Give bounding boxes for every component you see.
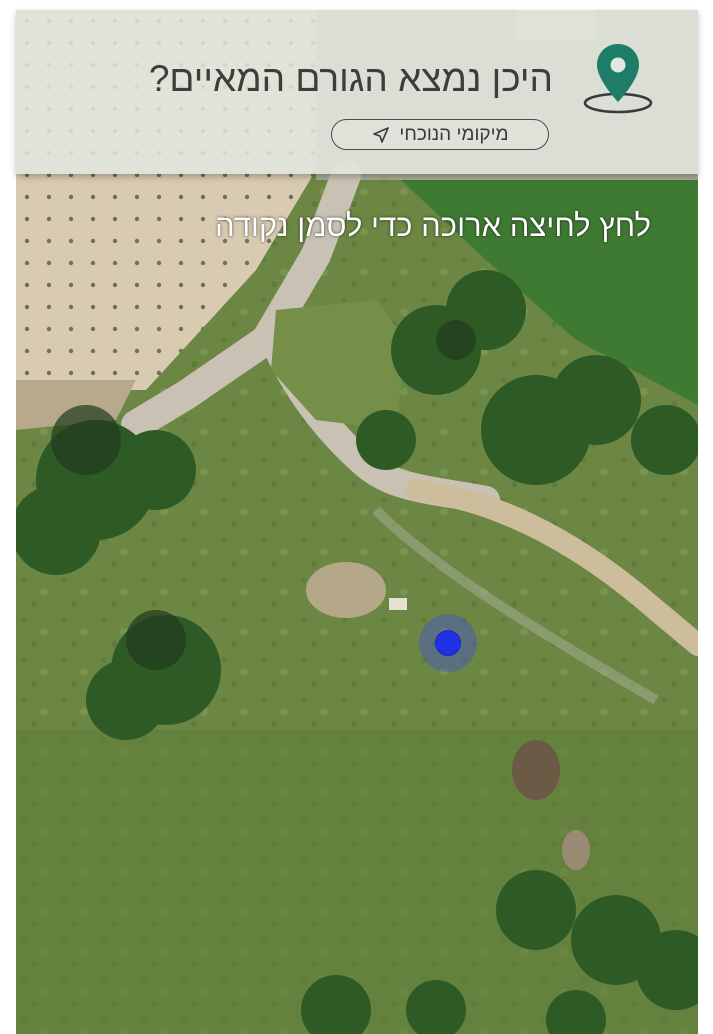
page-title: היכן נמצא הגורם המאיים?	[148, 58, 553, 99]
user-location-marker	[419, 614, 477, 672]
location-pin-icon	[583, 44, 653, 114]
long-press-hint: לחץ לחיצה ארוכה כדי לסמן נקודה	[214, 208, 651, 243]
current-location-label: מיקומי הנוכחי	[399, 123, 509, 145]
user-location-dot	[435, 630, 461, 656]
location-prompt-header: היכן נמצא הגורם המאיים? מיקומי הנוכחי	[16, 10, 698, 174]
current-location-button[interactable]: מיקומי הנוכחי	[331, 119, 549, 150]
app-screen: היכן נמצא הגורם המאיים? מיקומי הנוכחי לח…	[0, 0, 713, 1034]
navigation-arrow-icon	[373, 126, 390, 143]
